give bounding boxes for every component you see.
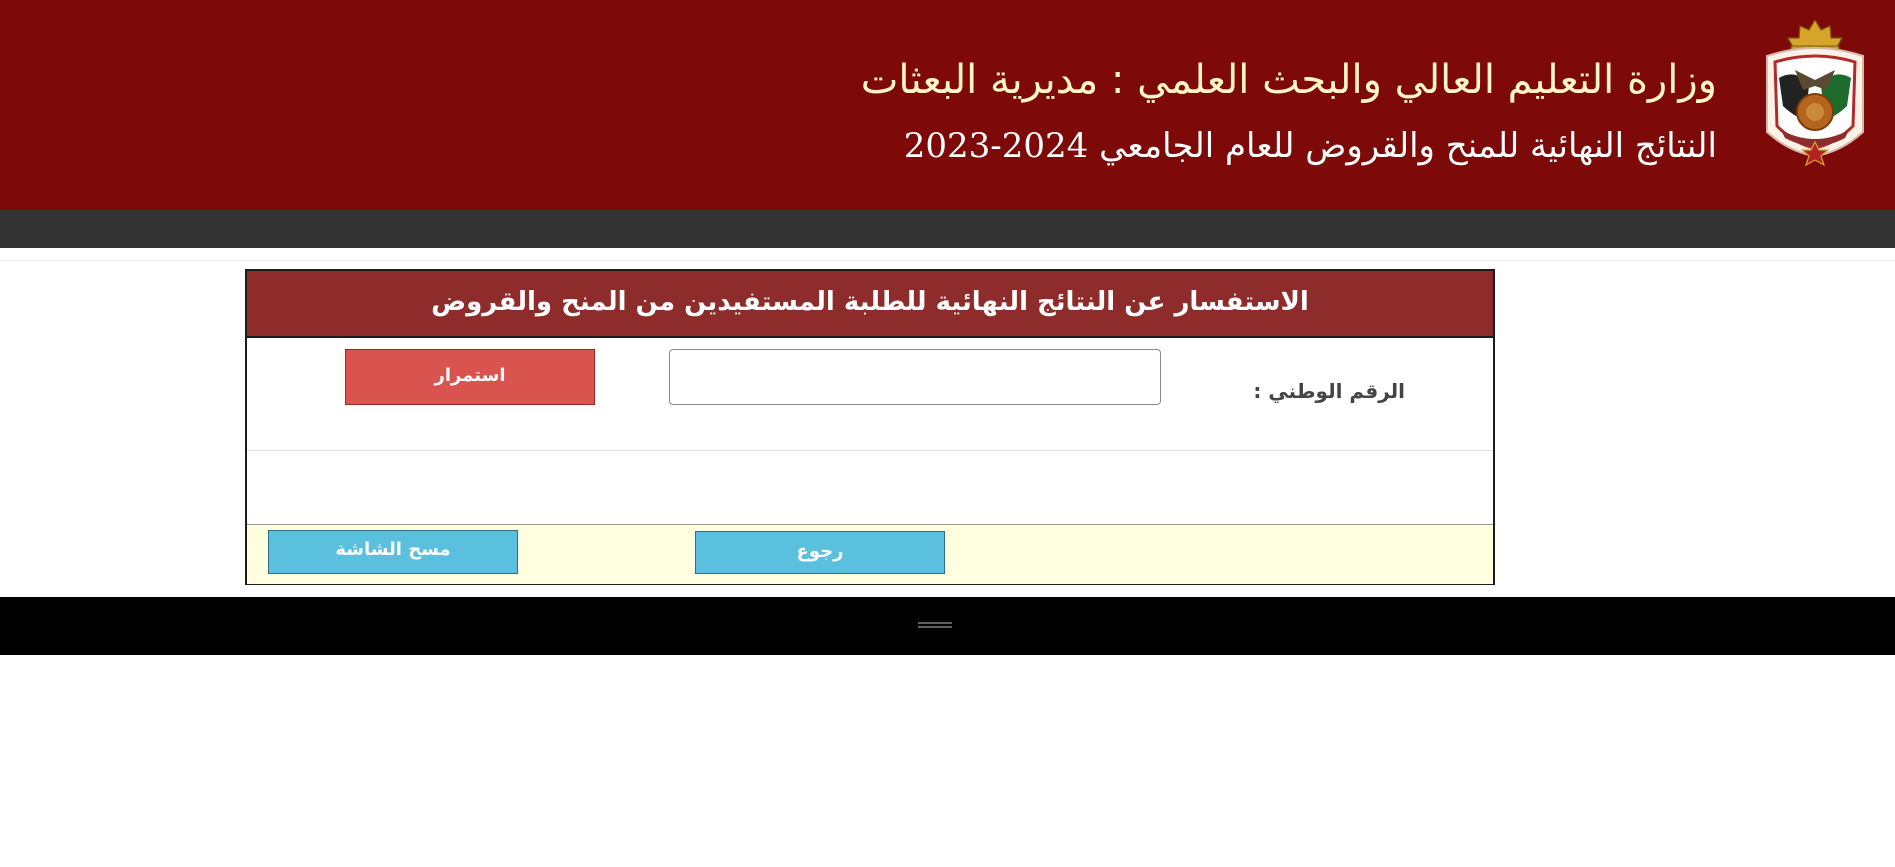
page-footer (0, 597, 1895, 655)
panel-divider (247, 450, 1493, 451)
panel-actions-bar: مسح الشاشة رجوع (247, 524, 1493, 584)
results-subtitle-text: النتائج النهائية للمنح والقروض للعام الج… (1099, 126, 1717, 166)
navigation-bar-underline (0, 248, 1895, 261)
site-header: وزارة التعليم العالي والبحث العلمي : مدي… (0, 0, 1895, 210)
academic-year: 2023-2024 (903, 126, 1089, 166)
clear-screen-button[interactable]: مسح الشاشة (268, 530, 518, 574)
national-id-label: الرقم الوطني : (1253, 379, 1405, 403)
ministry-title: وزارة التعليم العالي والبحث العلمي : مدي… (860, 57, 1717, 103)
jordan-coat-of-arms-icon (1766, 20, 1864, 167)
navigation-bar (0, 210, 1895, 248)
panel-heading: الاستفسار عن النتائج النهائية للطلبة الم… (247, 271, 1493, 338)
back-button[interactable]: رجوع (695, 531, 945, 574)
double-line-icon (918, 622, 952, 628)
continue-button[interactable]: استمرار (345, 349, 595, 405)
results-inquiry-panel: الاستفسار عن النتائج النهائية للطلبة الم… (245, 269, 1495, 585)
national-id-input[interactable] (669, 349, 1161, 405)
results-subtitle: النتائج النهائية للمنح والقروض للعام الج… (903, 126, 1717, 166)
